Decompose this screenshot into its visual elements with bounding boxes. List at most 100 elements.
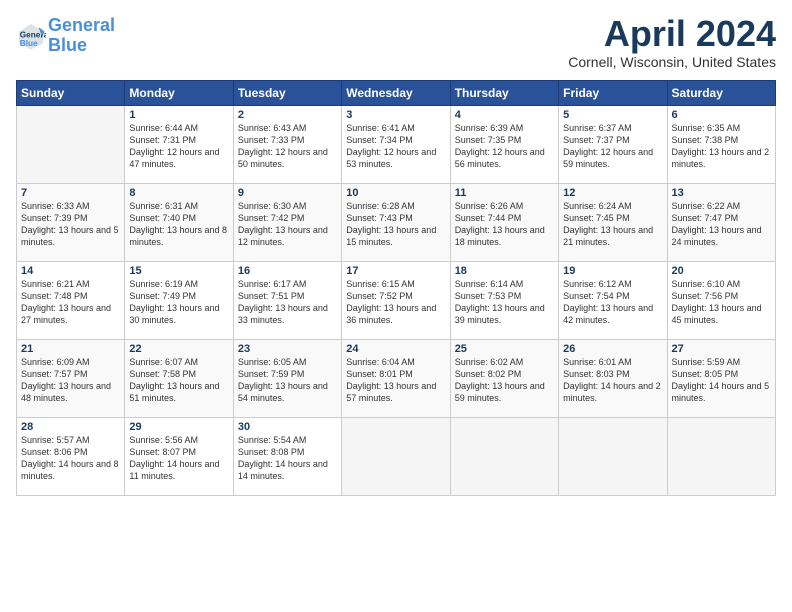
calendar-cell-w4-d2: 22 Sunrise: 6:07 AM Sunset: 7:58 PM Dayl… <box>125 340 233 418</box>
day-number: 7 <box>21 187 120 199</box>
day-info: Sunrise: 5:56 AM Sunset: 8:07 PM Dayligh… <box>129 434 228 483</box>
day-number: 15 <box>129 265 228 277</box>
day-number: 19 <box>563 265 662 277</box>
col-tuesday: Tuesday <box>233 81 341 106</box>
logo: General Blue General Blue <box>16 16 115 56</box>
header: General Blue General Blue April 2024 Cor… <box>16 16 776 70</box>
calendar-cell-w5-d5 <box>450 418 558 496</box>
calendar-cell-w5-d2: 29 Sunrise: 5:56 AM Sunset: 8:07 PM Dayl… <box>125 418 233 496</box>
day-info: Sunrise: 6:28 AM Sunset: 7:43 PM Dayligh… <box>346 200 445 249</box>
logo-line1: General <box>48 15 115 35</box>
day-number: 14 <box>21 265 120 277</box>
day-info: Sunrise: 6:33 AM Sunset: 7:39 PM Dayligh… <box>21 200 120 249</box>
day-info: Sunrise: 6:01 AM Sunset: 8:03 PM Dayligh… <box>563 356 662 405</box>
calendar-cell-w3-d7: 20 Sunrise: 6:10 AM Sunset: 7:56 PM Dayl… <box>667 262 775 340</box>
day-number: 22 <box>129 343 228 355</box>
page-container: General Blue General Blue April 2024 Cor… <box>0 0 792 504</box>
calendar-cell-w4-d5: 25 Sunrise: 6:02 AM Sunset: 8:02 PM Dayl… <box>450 340 558 418</box>
week-row-3: 14 Sunrise: 6:21 AM Sunset: 7:48 PM Dayl… <box>17 262 776 340</box>
day-number: 6 <box>672 109 771 121</box>
day-number: 28 <box>21 421 120 433</box>
day-number: 18 <box>455 265 554 277</box>
day-info: Sunrise: 6:30 AM Sunset: 7:42 PM Dayligh… <box>238 200 337 249</box>
day-number: 3 <box>346 109 445 121</box>
day-info: Sunrise: 6:12 AM Sunset: 7:54 PM Dayligh… <box>563 278 662 327</box>
day-number: 25 <box>455 343 554 355</box>
logo-icon: General Blue <box>16 21 46 51</box>
day-number: 21 <box>21 343 120 355</box>
day-info: Sunrise: 6:35 AM Sunset: 7:38 PM Dayligh… <box>672 122 771 171</box>
day-info: Sunrise: 6:39 AM Sunset: 7:35 PM Dayligh… <box>455 122 554 171</box>
day-info: Sunrise: 6:07 AM Sunset: 7:58 PM Dayligh… <box>129 356 228 405</box>
calendar-cell-w3-d3: 16 Sunrise: 6:17 AM Sunset: 7:51 PM Dayl… <box>233 262 341 340</box>
day-info: Sunrise: 6:15 AM Sunset: 7:52 PM Dayligh… <box>346 278 445 327</box>
col-sunday: Sunday <box>17 81 125 106</box>
calendar-cell-w5-d1: 28 Sunrise: 5:57 AM Sunset: 8:06 PM Dayl… <box>17 418 125 496</box>
calendar-cell-w3-d6: 19 Sunrise: 6:12 AM Sunset: 7:54 PM Dayl… <box>559 262 667 340</box>
day-number: 27 <box>672 343 771 355</box>
calendar-cell-w4-d7: 27 Sunrise: 5:59 AM Sunset: 8:05 PM Dayl… <box>667 340 775 418</box>
calendar-cell-w5-d6 <box>559 418 667 496</box>
day-number: 20 <box>672 265 771 277</box>
day-number: 30 <box>238 421 337 433</box>
calendar-cell-w4-d6: 26 Sunrise: 6:01 AM Sunset: 8:03 PM Dayl… <box>559 340 667 418</box>
calendar-cell-w2-d5: 11 Sunrise: 6:26 AM Sunset: 7:44 PM Dayl… <box>450 184 558 262</box>
day-info: Sunrise: 6:02 AM Sunset: 8:02 PM Dayligh… <box>455 356 554 405</box>
calendar-cell-w1-d2: 1 Sunrise: 6:44 AM Sunset: 7:31 PM Dayli… <box>125 106 233 184</box>
col-thursday: Thursday <box>450 81 558 106</box>
week-row-2: 7 Sunrise: 6:33 AM Sunset: 7:39 PM Dayli… <box>17 184 776 262</box>
day-info: Sunrise: 6:17 AM Sunset: 7:51 PM Dayligh… <box>238 278 337 327</box>
day-number: 8 <box>129 187 228 199</box>
week-row-4: 21 Sunrise: 6:09 AM Sunset: 7:57 PM Dayl… <box>17 340 776 418</box>
calendar-cell-w2-d6: 12 Sunrise: 6:24 AM Sunset: 7:45 PM Dayl… <box>559 184 667 262</box>
col-wednesday: Wednesday <box>342 81 450 106</box>
logo-line2: Blue <box>48 35 87 55</box>
day-number: 16 <box>238 265 337 277</box>
day-number: 4 <box>455 109 554 121</box>
day-info: Sunrise: 6:10 AM Sunset: 7:56 PM Dayligh… <box>672 278 771 327</box>
calendar-cell-w1-d3: 2 Sunrise: 6:43 AM Sunset: 7:33 PM Dayli… <box>233 106 341 184</box>
day-info: Sunrise: 6:31 AM Sunset: 7:40 PM Dayligh… <box>129 200 228 249</box>
day-info: Sunrise: 6:14 AM Sunset: 7:53 PM Dayligh… <box>455 278 554 327</box>
calendar-cell-w2-d7: 13 Sunrise: 6:22 AM Sunset: 7:47 PM Dayl… <box>667 184 775 262</box>
header-row: Sunday Monday Tuesday Wednesday Thursday… <box>17 81 776 106</box>
day-info: Sunrise: 5:57 AM Sunset: 8:06 PM Dayligh… <box>21 434 120 483</box>
col-friday: Friday <box>559 81 667 106</box>
calendar-cell-w2-d3: 9 Sunrise: 6:30 AM Sunset: 7:42 PM Dayli… <box>233 184 341 262</box>
month-title: April 2024 <box>568 16 776 52</box>
day-info: Sunrise: 6:05 AM Sunset: 7:59 PM Dayligh… <box>238 356 337 405</box>
day-info: Sunrise: 6:44 AM Sunset: 7:31 PM Dayligh… <box>129 122 228 171</box>
day-info: Sunrise: 5:59 AM Sunset: 8:05 PM Dayligh… <box>672 356 771 405</box>
calendar-cell-w5-d3: 30 Sunrise: 5:54 AM Sunset: 8:08 PM Dayl… <box>233 418 341 496</box>
day-info: Sunrise: 6:37 AM Sunset: 7:37 PM Dayligh… <box>563 122 662 171</box>
calendar-table: Sunday Monday Tuesday Wednesday Thursday… <box>16 80 776 496</box>
calendar-cell-w1-d1 <box>17 106 125 184</box>
day-number: 26 <box>563 343 662 355</box>
day-info: Sunrise: 6:43 AM Sunset: 7:33 PM Dayligh… <box>238 122 337 171</box>
day-number: 23 <box>238 343 337 355</box>
calendar-cell-w3-d5: 18 Sunrise: 6:14 AM Sunset: 7:53 PM Dayl… <box>450 262 558 340</box>
col-saturday: Saturday <box>667 81 775 106</box>
calendar-cell-w5-d7 <box>667 418 775 496</box>
day-number: 29 <box>129 421 228 433</box>
day-info: Sunrise: 6:22 AM Sunset: 7:47 PM Dayligh… <box>672 200 771 249</box>
week-row-1: 1 Sunrise: 6:44 AM Sunset: 7:31 PM Dayli… <box>17 106 776 184</box>
day-number: 9 <box>238 187 337 199</box>
day-number: 5 <box>563 109 662 121</box>
title-block: April 2024 Cornell, Wisconsin, United St… <box>568 16 776 70</box>
calendar-cell-w1-d7: 6 Sunrise: 6:35 AM Sunset: 7:38 PM Dayli… <box>667 106 775 184</box>
day-number: 2 <box>238 109 337 121</box>
day-info: Sunrise: 6:24 AM Sunset: 7:45 PM Dayligh… <box>563 200 662 249</box>
calendar-cell-w2-d2: 8 Sunrise: 6:31 AM Sunset: 7:40 PM Dayli… <box>125 184 233 262</box>
day-number: 13 <box>672 187 771 199</box>
day-number: 11 <box>455 187 554 199</box>
calendar-cell-w4-d4: 24 Sunrise: 6:04 AM Sunset: 8:01 PM Dayl… <box>342 340 450 418</box>
calendar-cell-w3-d4: 17 Sunrise: 6:15 AM Sunset: 7:52 PM Dayl… <box>342 262 450 340</box>
calendar-cell-w1-d6: 5 Sunrise: 6:37 AM Sunset: 7:37 PM Dayli… <box>559 106 667 184</box>
calendar-cell-w3-d1: 14 Sunrise: 6:21 AM Sunset: 7:48 PM Dayl… <box>17 262 125 340</box>
day-number: 17 <box>346 265 445 277</box>
day-info: Sunrise: 6:09 AM Sunset: 7:57 PM Dayligh… <box>21 356 120 405</box>
day-info: Sunrise: 6:41 AM Sunset: 7:34 PM Dayligh… <box>346 122 445 171</box>
calendar-cell-w2-d1: 7 Sunrise: 6:33 AM Sunset: 7:39 PM Dayli… <box>17 184 125 262</box>
day-number: 24 <box>346 343 445 355</box>
